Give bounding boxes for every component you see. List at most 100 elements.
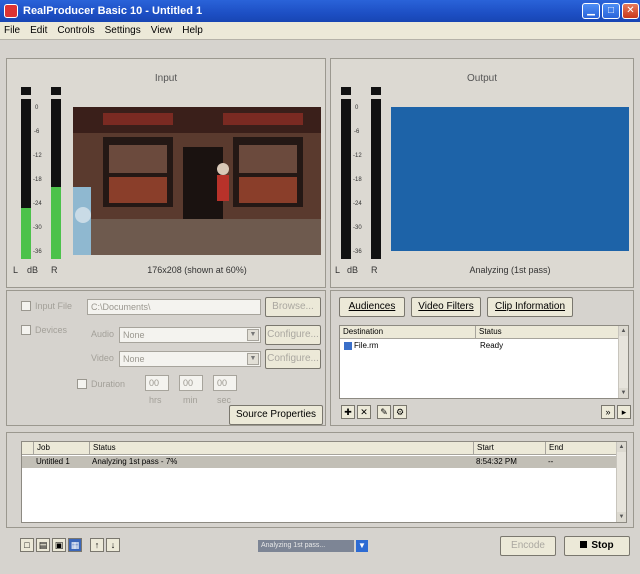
output-video-preview (391, 107, 629, 251)
left-audio-meter (341, 99, 351, 259)
scroll-up-icon[interactable]: ▲ (619, 326, 628, 336)
jobs-panel: Job Status Start End Untitled 1 Analyzin… (6, 432, 634, 528)
scale-tick: -18 (33, 177, 42, 183)
stop-button[interactable]: Stop (564, 536, 630, 556)
scale-tick: -6 (34, 129, 40, 135)
scale-tick: -24 (33, 201, 42, 207)
right-meter-cap (51, 87, 61, 95)
stop-label: Stop (591, 540, 614, 551)
add-destination-icon[interactable]: ✚ (341, 405, 355, 419)
configure-audio-button[interactable]: Configure... (265, 325, 321, 345)
column-end[interactable]: End (546, 442, 618, 455)
minutes-unit-label: min (183, 395, 198, 405)
move-up-icon[interactable]: ↑ (90, 538, 104, 552)
input-pane-title: Input (154, 73, 178, 84)
job-end: -- (548, 457, 554, 466)
settings-arrow-icon[interactable]: ▸ (617, 405, 631, 419)
tab-video-filters[interactable]: Video Filters (411, 297, 481, 317)
tab-clip-information[interactable]: Clip Information (487, 297, 573, 317)
properties-destination-icon[interactable]: ⚙ (393, 405, 407, 419)
jobs-scrollbar[interactable]: ▲ ▼ (616, 442, 626, 522)
scroll-down-icon[interactable]: ▼ (619, 388, 628, 398)
save-job-icon[interactable]: ▣ (52, 538, 66, 552)
duration-minutes-field[interactable]: 00 (179, 375, 203, 391)
close-icon[interactable]: ✕ (622, 3, 639, 19)
audio-device-label: Audio (91, 329, 115, 339)
menu-help[interactable]: Help (182, 25, 203, 36)
audio-device-select[interactable]: None ▼ (119, 327, 261, 343)
job-name: Untitled 1 (36, 457, 70, 466)
video-device-select[interactable]: None ▼ (119, 351, 261, 367)
duration-checkbox[interactable] (77, 379, 87, 389)
duration-hours-field[interactable]: 00 (145, 375, 169, 391)
open-job-icon[interactable]: ▤ (36, 538, 50, 552)
db-label: dB (347, 265, 359, 275)
scale-tick: -30 (33, 225, 42, 231)
title-bar: RealProducer Basic 10 - Untitled 1 (0, 0, 640, 22)
column-start[interactable]: Start (474, 442, 546, 455)
duration-label: Duration (91, 379, 126, 389)
input-file-field[interactable]: C:\Documents\ (87, 299, 261, 315)
menu-view[interactable]: View (151, 25, 173, 36)
encode-button[interactable]: Encode (500, 536, 556, 556)
maximize-icon[interactable]: □ (602, 3, 620, 19)
scale-tick: 0 (35, 105, 39, 111)
input-file-radio[interactable] (21, 301, 31, 311)
scale-tick: -24 (353, 201, 362, 207)
destination-scrollbar[interactable]: ▲ ▼ (618, 326, 628, 398)
input-file-label: Input File (35, 301, 73, 311)
scale-tick: 0 (355, 105, 359, 111)
destination-status: Ready (480, 341, 504, 350)
chevron-down-icon[interactable]: ▼ (356, 540, 368, 552)
right-audio-meter (51, 99, 61, 259)
jobs-table: Job Status Start End Untitled 1 Analyzin… (21, 441, 627, 523)
next-arrow-icon[interactable]: » (601, 405, 615, 419)
input-pane: Input 0 -6 -12 -18 -24 -30 -36 L dB R 17… (6, 58, 326, 288)
input-video-preview (73, 107, 321, 255)
encoder-icon[interactable]: ▦ (68, 538, 82, 552)
tab-audiences[interactable]: Audiences (339, 297, 405, 317)
menu-file[interactable]: File (4, 25, 20, 36)
source-properties-button[interactable]: Source Properties (229, 405, 323, 425)
right-meter-cap (371, 87, 381, 95)
scroll-down-icon[interactable]: ▼ (617, 512, 626, 522)
minimize-icon[interactable]: ▁ (582, 3, 600, 19)
destination-name: File.rm (354, 341, 379, 350)
menu-controls[interactable]: Controls (57, 25, 94, 36)
configure-video-button[interactable]: Configure... (265, 349, 321, 369)
stop-icon (580, 541, 588, 548)
scale-tick: -30 (353, 225, 362, 231)
realproducer-app-icon (4, 4, 18, 18)
seconds-unit-label: sec (217, 395, 232, 405)
new-job-icon[interactable]: □ (20, 538, 34, 552)
scroll-up-icon[interactable]: ▲ (617, 442, 626, 452)
scale-tick: -36 (353, 249, 362, 255)
destination-table-header: Destination Status (340, 326, 620, 339)
table-row[interactable]: Untitled 1 Analyzing 1st pass - 7% 8:54:… (22, 456, 618, 468)
destination-table: Destination Status File.rm Ready ▲ ▼ (339, 325, 629, 399)
file-icon (344, 342, 352, 350)
column-status[interactable]: Status (90, 442, 474, 455)
duration-seconds-field[interactable]: 00 (213, 375, 237, 391)
move-down-icon[interactable]: ↓ (106, 538, 120, 552)
column-status[interactable]: Status (476, 326, 620, 339)
audiences-panel: Audiences Video Filters Clip Information… (330, 290, 634, 426)
scale-tick: -18 (353, 177, 362, 183)
right-audio-meter (371, 99, 381, 259)
left-channel-label: L (335, 265, 341, 275)
menu-edit[interactable]: Edit (30, 25, 47, 36)
remove-destination-icon[interactable]: ✕ (357, 405, 371, 419)
right-channel-label: R (51, 265, 58, 275)
window-title: RealProducer Basic 10 - Untitled 1 (23, 5, 203, 17)
column-job[interactable]: Job (34, 442, 90, 455)
edit-destination-icon[interactable]: ✎ (377, 405, 391, 419)
chevron-down-icon: ▼ (247, 353, 259, 365)
left-audio-meter (21, 99, 31, 259)
job-start: 8:54:32 PM (476, 457, 517, 466)
column-checkbox[interactable] (22, 442, 34, 455)
output-caption: Analyzing (1st pass) (469, 265, 551, 275)
devices-radio[interactable] (21, 325, 31, 335)
column-destination[interactable]: Destination (340, 326, 476, 339)
browse-button[interactable]: Browse... (265, 297, 321, 317)
menu-settings[interactable]: Settings (105, 25, 141, 36)
